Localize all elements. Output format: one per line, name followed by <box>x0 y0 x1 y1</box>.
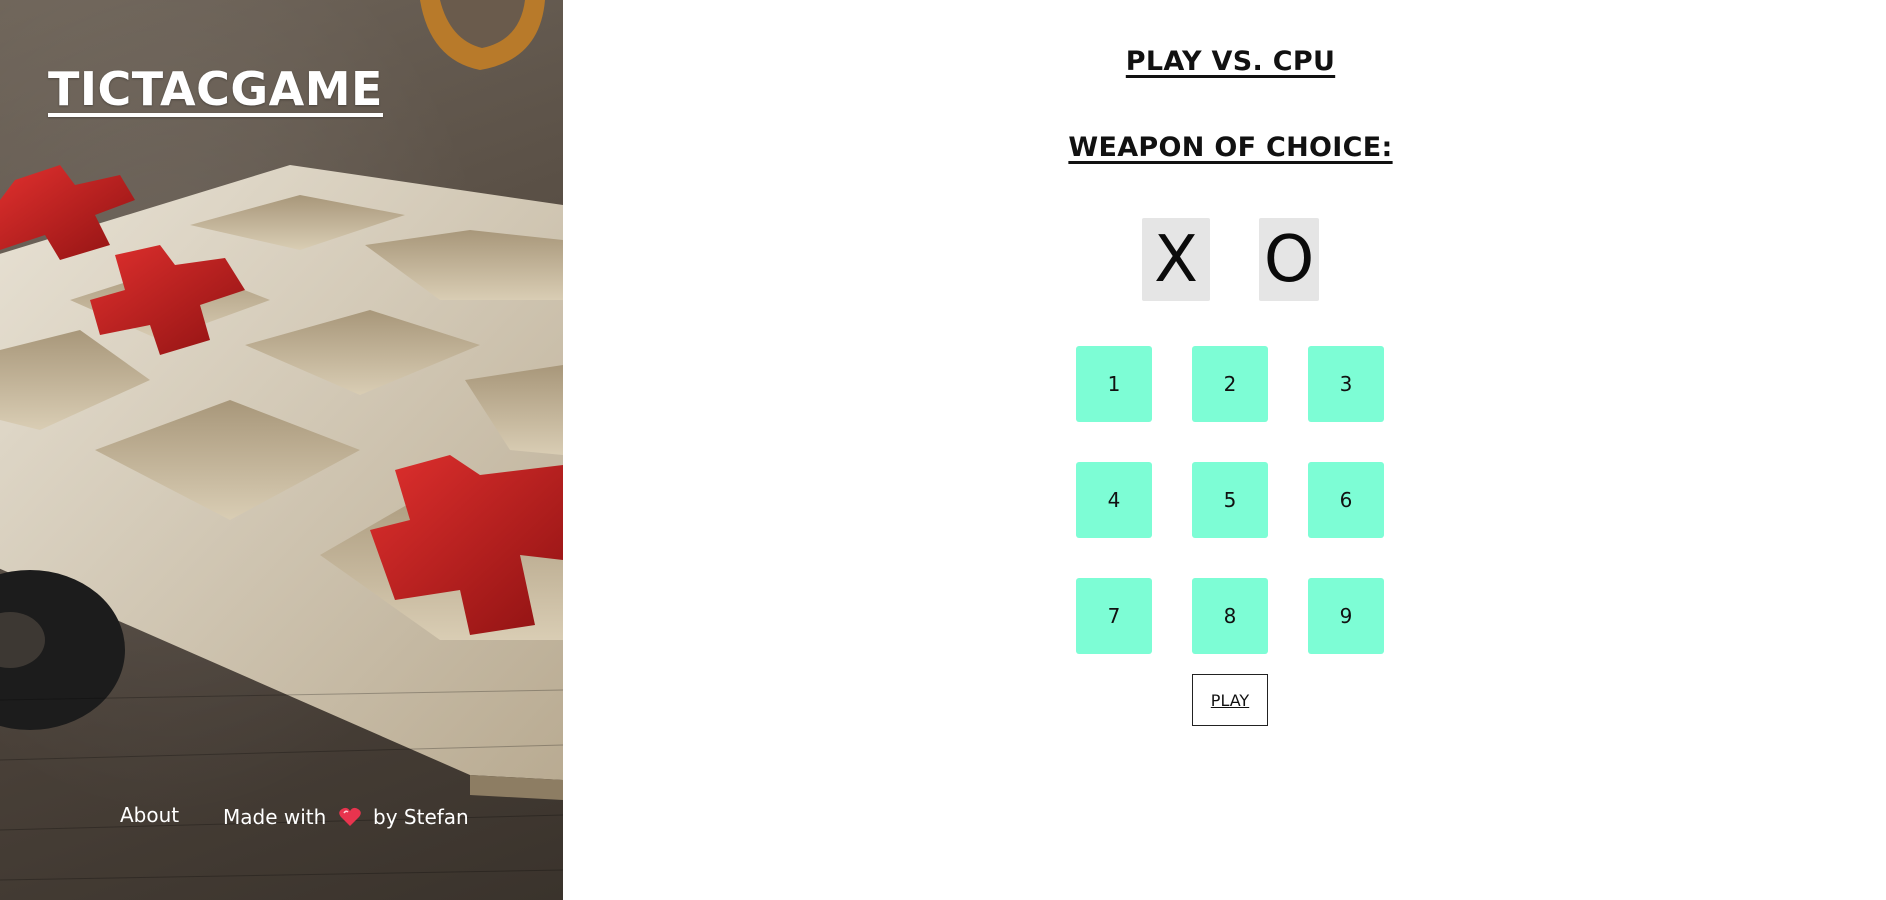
about-link[interactable]: About <box>120 803 179 827</box>
made-with-suffix: by Stefan <box>373 805 469 829</box>
board-cell-5[interactable]: 5 <box>1192 462 1268 538</box>
board-cell-7[interactable]: 7 <box>1076 578 1152 654</box>
weapon-o-button[interactable]: O <box>1259 218 1319 301</box>
heart-icon <box>338 807 361 826</box>
board-cell-8[interactable]: 8 <box>1192 578 1268 654</box>
weapon-x-button[interactable]: X <box>1142 218 1210 301</box>
hero-panel: TICTACGAME About Made with by Stefan <box>0 0 563 900</box>
weapon-title: WEAPON OF CHOICE: <box>1068 132 1393 163</box>
footer: About Made with by Stefan <box>0 803 563 833</box>
made-with-prefix: Made with <box>223 805 327 829</box>
tictactoe-board-photo <box>0 0 563 881</box>
board-cell-9[interactable]: 9 <box>1308 578 1384 654</box>
board-cell-6[interactable]: 6 <box>1308 462 1384 538</box>
board-cell-2[interactable]: 2 <box>1192 346 1268 422</box>
brand-title[interactable]: TICTACGAME <box>48 62 383 116</box>
board-cell-3[interactable]: 3 <box>1308 346 1384 422</box>
made-with-credit: Made with by Stefan <box>223 805 469 829</box>
mode-title[interactable]: PLAY VS. CPU <box>563 46 1886 77</box>
play-button[interactable]: PLAY <box>1192 674 1268 726</box>
board-cell-1[interactable]: 1 <box>1076 346 1152 422</box>
board-cell-4[interactable]: 4 <box>1076 462 1152 538</box>
game-panel: PLAY VS. CPU WEAPON OF CHOICE: X O 1 2 3… <box>563 0 1886 900</box>
